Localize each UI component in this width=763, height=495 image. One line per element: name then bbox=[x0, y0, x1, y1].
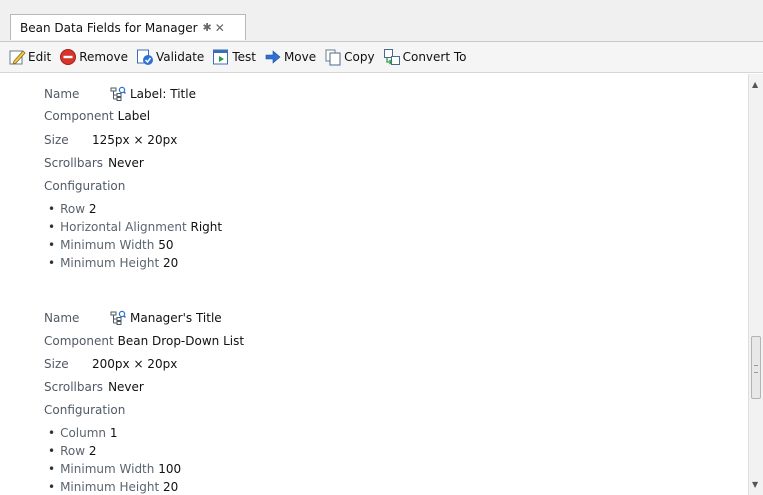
move-button[interactable]: Move bbox=[264, 45, 316, 69]
arrow-right-icon bbox=[265, 50, 281, 64]
copy-icon bbox=[325, 49, 341, 66]
field-component-row: Component Label bbox=[44, 109, 150, 123]
copy-label: Copy bbox=[344, 50, 375, 64]
field-scrollbars-row: Scrollbars Never bbox=[44, 380, 144, 394]
list-item: Minimum Height 20 bbox=[48, 254, 222, 272]
component-label: Component bbox=[44, 334, 114, 348]
configuration-label: Configuration bbox=[44, 403, 126, 417]
field-name-value: Label: Title bbox=[130, 87, 196, 101]
grip-icon bbox=[754, 365, 758, 373]
test-icon bbox=[213, 49, 229, 65]
tab-title: Bean Data Fields for Manager bbox=[20, 20, 198, 35]
bean-data-fields-panel: Bean Data Fields for Manager ✱ ✕ Edit Re… bbox=[0, 0, 763, 495]
field-size-row: Size 200px × 20px bbox=[44, 357, 177, 371]
list-item: Minimum Width 100 bbox=[48, 460, 181, 478]
list-item: Row 2 bbox=[48, 200, 222, 218]
convert-to-label: Convert To bbox=[402, 50, 467, 64]
toolbar: Edit Remove Validate Test Move Copy Conv… bbox=[0, 42, 763, 73]
configuration-list: Row 2 Horizontal Alignment Right Minimum… bbox=[48, 200, 222, 272]
list-item: Column 1 bbox=[48, 424, 181, 442]
list-item: Minimum Width 50 bbox=[48, 236, 222, 254]
list-item: Horizontal Alignment Right bbox=[48, 218, 222, 236]
test-button[interactable]: Test bbox=[212, 45, 256, 69]
name-label: Name bbox=[44, 87, 80, 101]
field-scrollbars-row: Scrollbars Never bbox=[44, 156, 144, 170]
scroll-up-icon[interactable]: ▲ bbox=[752, 80, 758, 89]
component-label: Component bbox=[44, 109, 114, 123]
tab-bar: Bean Data Fields for Manager ✱ ✕ bbox=[0, 0, 763, 42]
list-item: Row 2 bbox=[48, 442, 181, 460]
copy-button[interactable]: Copy bbox=[324, 45, 375, 69]
vertical-scrollbar[interactable]: ▲ ▼ bbox=[748, 74, 763, 495]
field-size-value: 200px × 20px bbox=[92, 357, 178, 371]
pencil-icon bbox=[9, 50, 26, 65]
tree-search-icon bbox=[110, 310, 126, 325]
field-size-row: Size 125px × 20px bbox=[44, 133, 177, 147]
list-item: Minimum Height 20 bbox=[48, 478, 181, 495]
field-scrollbars-value: Never bbox=[108, 380, 144, 394]
edit-label: Edit bbox=[28, 50, 52, 64]
name-label: Name bbox=[44, 311, 80, 325]
configuration-list: Column 1 Row 2 Minimum Width 100 Minimum… bbox=[48, 424, 181, 495]
pin-icon[interactable]: ✱ bbox=[203, 21, 212, 34]
test-label: Test bbox=[232, 50, 256, 64]
field-name-row: Name Manager's Title bbox=[44, 310, 222, 326]
field-component-row: Component Bean Drop-Down List bbox=[44, 334, 244, 348]
field-list: Name Label: Title Component Label Size 1… bbox=[0, 74, 748, 495]
edit-button[interactable]: Edit bbox=[8, 45, 51, 69]
field-size-value: 125px × 20px bbox=[92, 133, 178, 147]
field-name-row: Name Label: Title bbox=[44, 86, 196, 102]
size-label: Size bbox=[44, 357, 69, 371]
scrollbars-label: Scrollbars bbox=[44, 156, 104, 170]
field-name-value: Manager's Title bbox=[130, 311, 222, 325]
size-label: Size bbox=[44, 133, 69, 147]
scroll-down-icon[interactable]: ▼ bbox=[752, 480, 758, 489]
field-component-value: Bean Drop-Down List bbox=[117, 334, 245, 348]
configuration-label: Configuration bbox=[44, 179, 126, 193]
field-component-value: Label bbox=[117, 109, 151, 123]
validate-icon bbox=[136, 49, 153, 65]
validate-button[interactable]: Validate bbox=[136, 45, 204, 69]
scrollbars-label: Scrollbars bbox=[44, 380, 104, 394]
tree-search-icon bbox=[110, 86, 126, 101]
convert-to-button[interactable]: Convert To bbox=[383, 45, 467, 69]
field-scrollbars-value: Never bbox=[108, 156, 144, 170]
close-icon[interactable]: ✕ bbox=[215, 21, 225, 35]
scrollbar-thumb[interactable] bbox=[751, 336, 761, 399]
field-configuration-row: Configuration bbox=[44, 403, 125, 417]
field-configuration-row: Configuration bbox=[44, 179, 125, 193]
convert-icon bbox=[383, 49, 400, 65]
validate-label: Validate bbox=[155, 50, 205, 64]
tab-bean-data-fields[interactable]: Bean Data Fields for Manager ✱ ✕ bbox=[10, 14, 246, 40]
move-label: Move bbox=[283, 50, 317, 64]
remove-label: Remove bbox=[79, 50, 128, 64]
remove-button[interactable]: Remove bbox=[59, 45, 128, 69]
remove-icon bbox=[60, 49, 77, 65]
